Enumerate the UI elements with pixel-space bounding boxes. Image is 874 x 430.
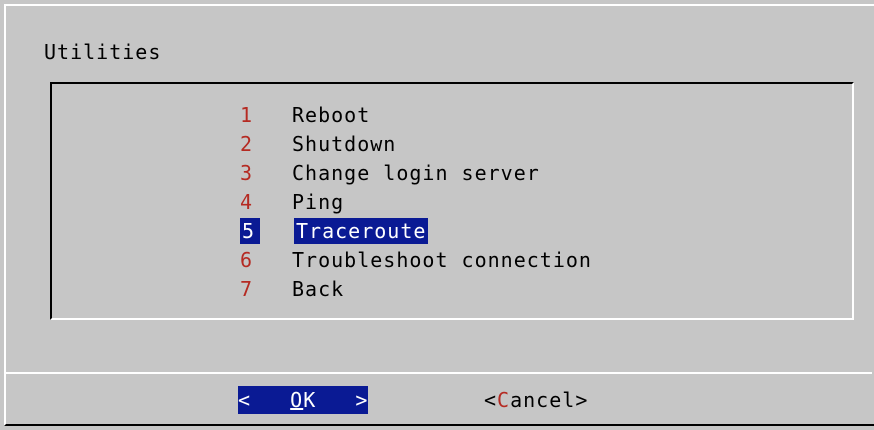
ok-hotkey: O xyxy=(290,388,304,412)
ok-label-rest: K xyxy=(303,388,317,412)
cancel-bracket-left: < xyxy=(484,388,498,412)
menu-item-reboot[interactable]: 1 Reboot xyxy=(240,100,592,129)
menu-item-back[interactable]: 7 Back xyxy=(240,274,592,303)
menu-item-label: Back xyxy=(292,276,345,301)
menu-item-label: Troubleshoot connection xyxy=(292,247,592,272)
button-bar: < OK > <Cancel> xyxy=(6,386,872,416)
menu-item-shutdown[interactable]: 2 Shutdown xyxy=(240,129,592,158)
menu-item-label: Shutdown xyxy=(292,131,397,156)
cancel-button[interactable]: <Cancel> xyxy=(484,386,588,414)
menu-item-ping[interactable]: 4 Ping xyxy=(240,187,592,216)
cancel-label-rest: ancel xyxy=(510,388,576,412)
ok-bracket-right: > xyxy=(355,388,369,412)
utilities-dialog: Utilities 1 Reboot 2 Shutdown 3 Change l… xyxy=(4,4,874,426)
menu-item-number: 4 xyxy=(240,189,254,214)
dialog-title: Utilities xyxy=(44,40,162,64)
menu-item-number: 1 xyxy=(240,102,254,127)
menu-item-label: Reboot xyxy=(292,102,371,127)
menu-box: 1 Reboot 2 Shutdown 3 Change login serve… xyxy=(50,82,854,320)
menu-item-label: Ping xyxy=(292,189,345,214)
menu-item-number: 3 xyxy=(240,160,254,185)
menu-item-traceroute[interactable]: 5 Traceroute xyxy=(240,216,592,245)
menu-item-label: Traceroute xyxy=(294,217,429,244)
menu-item-number: 7 xyxy=(240,276,254,301)
ok-button[interactable]: < OK > xyxy=(238,386,368,414)
menu-item-number: 6 xyxy=(240,247,254,272)
menu-list: 1 Reboot 2 Shutdown 3 Change login serve… xyxy=(240,100,592,303)
button-separator xyxy=(6,372,872,374)
menu-item-change-login-server[interactable]: 3 Change login server xyxy=(240,158,592,187)
cancel-bracket-right: > xyxy=(575,388,589,412)
menu-item-label: Change login server xyxy=(292,160,540,185)
ok-bracket-left: < xyxy=(238,388,252,412)
menu-item-troubleshoot-connection[interactable]: 6 Troubleshoot connection xyxy=(240,245,592,274)
cancel-hotkey: C xyxy=(497,388,511,412)
menu-item-number: 5 xyxy=(240,217,260,244)
menu-item-number: 2 xyxy=(240,131,254,156)
